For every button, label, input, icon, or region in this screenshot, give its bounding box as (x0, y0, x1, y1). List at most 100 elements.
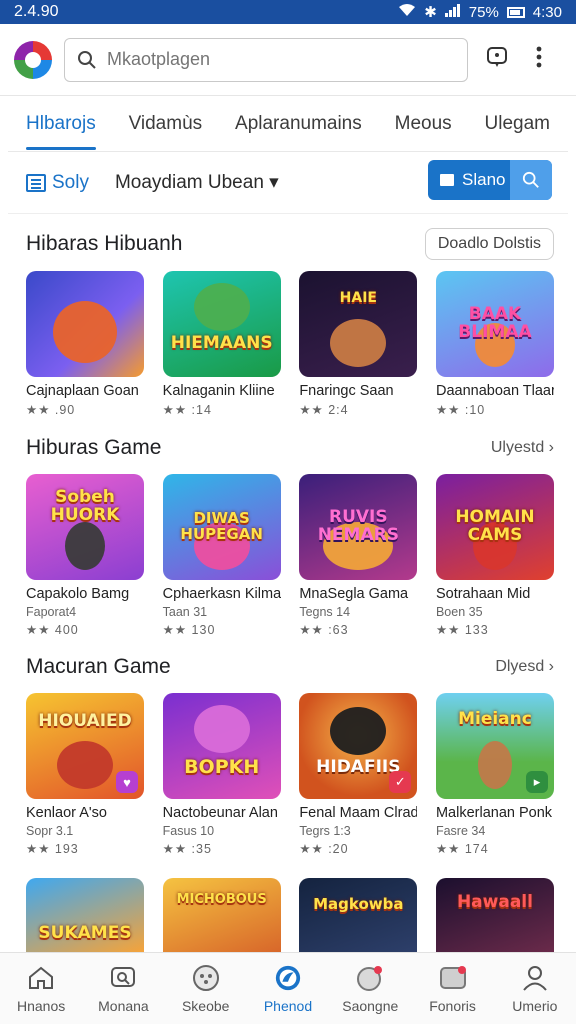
tab-3[interactable]: Meous (395, 96, 452, 152)
nav-item-active[interactable]: Phenod (252, 964, 324, 1014)
section-title: Hiburas Game (26, 436, 162, 459)
game-title: Fenal Maam Clrad (299, 805, 418, 821)
more-options-icon[interactable] (536, 46, 542, 73)
play-badge-icon: ▸ (525, 771, 548, 793)
game-rating: ★★ 193 (26, 842, 79, 856)
game-art-text: Sobeh HUORK (50, 487, 120, 525)
nav-label: Hnanos (17, 997, 66, 1014)
game-subtitle: Sopr 3.1 (26, 824, 74, 838)
game-card[interactable]: Sobeh HUORK Capakolo Bamg Faporat4 ★★ 40… (26, 474, 144, 637)
bottom-navigation: Hnanos Monana Skeobe Phenod Saongne Fono… (0, 952, 576, 1024)
section-more-link[interactable]: Dlyesd › (495, 658, 554, 676)
game-rating: ★★ :20 (299, 842, 349, 856)
game-card[interactable]: Hawaall (435, 878, 554, 952)
sort-button[interactable]: Soly (26, 172, 89, 194)
game-title: Cphaerkasn Kilma (162, 586, 281, 602)
nav-label: Monana (98, 997, 149, 1014)
category-dropdown[interactable]: Moaydiam Ubean ▾ (115, 171, 279, 194)
game-card[interactable]: BAAK BLIMAA Daannaboan Tlaarit ★★ :10 (435, 271, 554, 417)
status-bar: 2.4.90 ✱ 75% 4:30 (0, 0, 576, 24)
search-input[interactable] (107, 49, 447, 70)
wifi-icon (398, 3, 416, 21)
category-tabs: Hlbarojs Vidamùs Aplaranumains Meous Ule… (8, 96, 568, 152)
search-box[interactable] (64, 37, 468, 82)
nav-label: Umerio (512, 997, 558, 1014)
game-card[interactable]: DIWAS HUPEGAN Cphaerkasn Kilma Taan 31 ★… (162, 474, 281, 637)
chat-icon[interactable] (486, 46, 508, 73)
game-rating: ★★ :35 (162, 842, 212, 856)
game-art-text: BOPKH (184, 756, 260, 779)
app-bar (0, 24, 576, 96)
game-art-text: Magkowba (313, 895, 404, 914)
nav-item-home[interactable]: Hnanos (5, 964, 77, 1014)
game-card[interactable]: Mieianc ▸ Malkerlanan Ponk Fasre 34 ★★ 1… (435, 693, 554, 856)
filter-bar: Soly Moaydiam Ubean ▾ Slano (8, 152, 568, 214)
gamepad-icon (192, 964, 220, 992)
game-card[interactable]: HIOUAIED ♥ Kenlaor A'so Sopr 3.1 ★★ 193 (26, 693, 144, 856)
game-art-text: Mieianc (458, 709, 532, 730)
game-title: Daannaboan Tlaarit (435, 383, 554, 399)
game-subtitle: Fasus 10 (162, 824, 215, 838)
battery-percent: 75% (468, 3, 499, 21)
user-icon (521, 964, 549, 992)
game-card[interactable]: MICHOBOUS (162, 878, 281, 952)
nav-item-profile[interactable]: Umerio (499, 964, 571, 1014)
section-action-button[interactable]: Doadlo Dolstis (424, 228, 554, 260)
game-row: Cajnaplaan Goan ★★ .90 HIEMAANS Kalnagan… (26, 271, 554, 417)
game-rating: ★★ 400 (26, 623, 79, 637)
game-art-text: HIEMAANS (170, 333, 273, 354)
nav-item-search[interactable]: Monana (87, 964, 159, 1014)
app-logo[interactable] (14, 40, 52, 79)
status-time: 2.4.90 (14, 3, 59, 20)
section-more-link[interactable]: Ulyestd › (491, 439, 554, 457)
game-thumbnail: HAIE (299, 271, 418, 377)
game-rating: ★★ 130 (162, 623, 216, 637)
section-title: Hibaras Hibuanh (26, 232, 183, 255)
tab-1[interactable]: Vidamùs (129, 96, 203, 152)
game-subtitle: Tegrs 1:3 (299, 824, 351, 838)
game-card[interactable]: HAIE Fnaringc Saan ★★ 2:4 (299, 271, 418, 417)
section-header: Macuran Game Dlyesd › (26, 655, 554, 679)
game-thumbnail: HOMAIN CAMS (435, 474, 554, 580)
tab-4[interactable]: Ulegam (485, 96, 550, 152)
game-card[interactable]: HIDAFIIS ✓ Fenal Maam Clrad Tegrs 1:3 ★★… (299, 693, 418, 856)
game-thumbnail: DIWAS HUPEGAN (162, 474, 281, 580)
dropdown-label: Moaydiam Ubean (114, 172, 264, 193)
game-card[interactable]: HIEMAANS Kalnaganin Kliine ★★ :14 (162, 271, 281, 417)
sort-icon (26, 173, 46, 192)
game-art-text: SUKAMES (38, 923, 132, 944)
tab-2[interactable]: Aplaranumains (235, 96, 362, 152)
nav-item-games[interactable]: Skeobe (170, 964, 242, 1014)
game-rating: ★★ :10 (435, 403, 486, 417)
game-row: Sobeh HUORK Capakolo Bamg Faporat4 ★★ 40… (26, 474, 554, 637)
game-thumbnail: MICHOBOUS (162, 878, 281, 952)
search-button[interactable]: Slano (428, 160, 552, 200)
nav-label: Fonoris (429, 997, 476, 1014)
battery-icon (506, 6, 525, 18)
game-card[interactable]: Magkowba (299, 878, 418, 952)
game-title: MnaSegla Gama (299, 586, 409, 602)
notification-icon (356, 964, 384, 992)
game-thumbnail: HIOUAIED ♥ (26, 693, 144, 799)
game-title: Kenlaor A'so (26, 805, 107, 821)
game-thumbnail: Mieianc ▸ (435, 693, 554, 799)
game-thumbnail (26, 271, 144, 377)
game-thumbnail: SUKAMES (26, 878, 144, 952)
game-card[interactable]: BOPKH Nactobeunar Alan Fasus 10 ★★ :35 (162, 693, 281, 856)
game-card[interactable]: SUKAMES (26, 878, 144, 952)
game-row: SUKAMES MICHOBOUS Magkowba Hawaall (26, 878, 554, 952)
tab-0[interactable]: Hlbarojs (26, 96, 96, 152)
nav-item-library[interactable]: Fonoris (417, 964, 489, 1014)
game-rating: ★★ :14 (162, 403, 212, 417)
game-card[interactable]: RUVIS NEMARS MnaSegla Gama Tegns 14 ★★ :… (299, 474, 418, 637)
nav-item-notifications[interactable]: Saongne (334, 964, 406, 1014)
game-title: Cajnaplaan Goan (26, 383, 139, 399)
signal-icon (444, 3, 461, 21)
game-title: Kalnaganin Kliine (162, 383, 275, 399)
game-thumbnail: RUVIS NEMARS (299, 474, 418, 580)
game-card[interactable]: HOMAIN CAMS Sotrahaan Mid Boen 35 ★★ 133 (435, 474, 554, 637)
nav-label: Saongne (342, 997, 399, 1014)
game-card[interactable]: Cajnaplaan Goan ★★ .90 (26, 271, 144, 417)
sort-label: Soly (52, 171, 89, 193)
game-thumbnail: BAAK BLIMAA (435, 271, 554, 377)
